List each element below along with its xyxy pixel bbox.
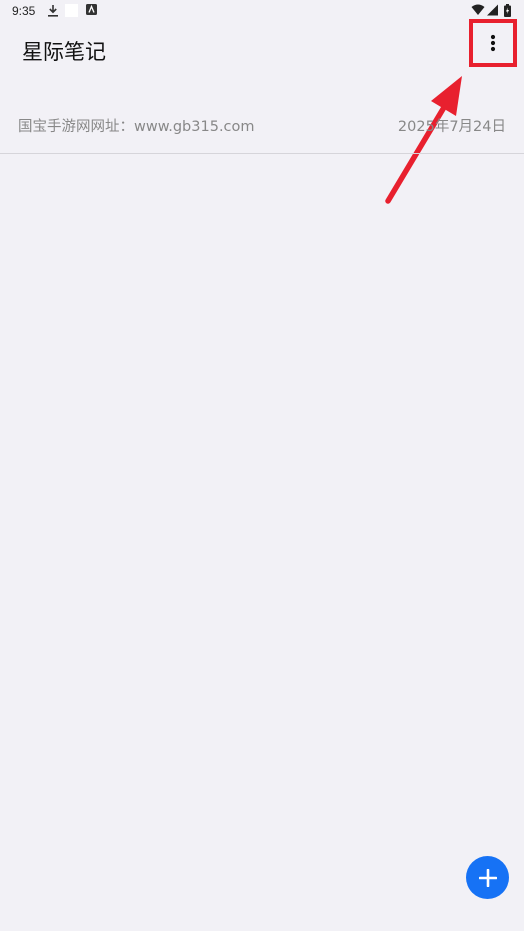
note-title: 国宝手游网网址：www.gb315.com (18, 119, 255, 135)
add-note-button[interactable] (466, 856, 509, 899)
note-date: 2025年7月24日 (397, 119, 506, 135)
battery-icon (504, 4, 511, 17)
plus-icon (478, 868, 497, 887)
download-icon (48, 5, 58, 17)
list-item[interactable]: 国宝手游网网址：www.gb315.com 2025年7月24日 (0, 95, 524, 154)
status-time: 9:35 (12, 4, 36, 18)
wifi-icon (471, 4, 485, 15)
more-options-button[interactable] (469, 19, 517, 67)
notification-app-icon (86, 4, 97, 15)
signal-icon (487, 4, 498, 16)
white-square-icon (65, 4, 78, 17)
app-title: 星际笔记 (22, 40, 106, 64)
more-vertical-icon (490, 34, 496, 52)
status-bar: 9:35 (0, 0, 524, 22)
